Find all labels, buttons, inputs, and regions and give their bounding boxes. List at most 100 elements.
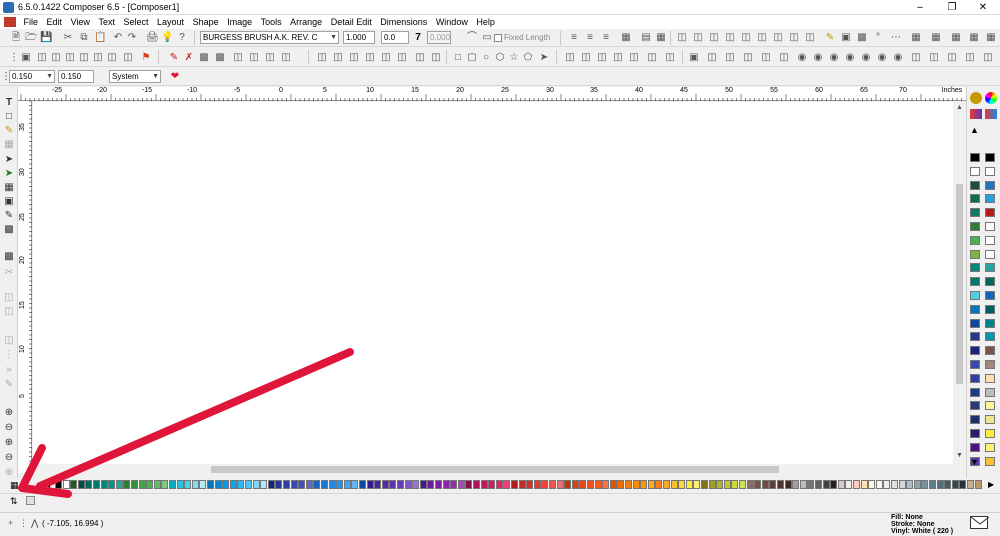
node-edit-icon[interactable]: ➤ (3, 168, 15, 180)
rectangle-icon[interactable]: □ (452, 52, 464, 64)
brush-icon[interactable]: ✎ (168, 52, 180, 64)
color-swatch[interactable] (868, 480, 876, 489)
zoom-fit-icon[interactable]: ⊕ (3, 437, 15, 449)
color-swatch[interactable] (351, 480, 359, 489)
effect-icon[interactable]: ◫ (706, 52, 718, 64)
snap3-icon[interactable]: ▦ (950, 32, 962, 44)
cut-icon[interactable]: ✂ (62, 32, 74, 44)
color-swatch[interactable] (100, 480, 108, 489)
polygon-icon[interactable]: ⬠ (522, 52, 534, 64)
color-swatch[interactable] (602, 480, 610, 489)
menu-tools[interactable]: Tools (258, 15, 285, 29)
color-swatch[interactable] (970, 401, 980, 411)
color-swatch[interactable] (970, 318, 980, 328)
color-swatch[interactable] (716, 480, 724, 489)
arrange-icon-7[interactable]: ◫ (772, 32, 784, 44)
color-swatch[interactable] (685, 480, 693, 489)
color-swatch[interactable] (784, 480, 792, 489)
color-swatch[interactable] (55, 480, 62, 489)
color-swatch[interactable] (985, 415, 995, 425)
paste-icon[interactable]: 📋 (94, 32, 106, 44)
color-swatch[interactable] (207, 480, 214, 489)
color-swatch[interactable] (985, 235, 995, 245)
color-swatch[interactable] (701, 480, 708, 489)
snap5-icon[interactable]: ▦ (985, 32, 997, 44)
color-swatch[interactable] (746, 480, 754, 489)
color-swatch[interactable] (985, 360, 995, 369)
copy-tool-icon[interactable]: ◫ (3, 335, 15, 347)
color-swatch[interactable] (77, 480, 85, 489)
color-swatch[interactable] (985, 263, 995, 273)
color-swatch[interactable] (891, 480, 898, 489)
image-icon[interactable]: ▣ (840, 32, 852, 44)
color-swatch[interactable] (985, 222, 995, 231)
menu-text[interactable]: Text (95, 15, 118, 29)
align-center-icon[interactable]: ≡ (584, 32, 596, 44)
undo-icon[interactable]: ↶ (112, 32, 124, 44)
color-swatch[interactable] (970, 249, 980, 259)
color-swatch[interactable] (457, 480, 465, 489)
color-swatch[interactable] (959, 480, 967, 489)
palette-library2-icon[interactable] (985, 109, 997, 119)
flag-icon[interactable]: ⚑ (140, 52, 152, 64)
scroll-up-icon[interactable]: ▲ (956, 104, 963, 111)
space4-icon[interactable]: ◫ (612, 52, 624, 64)
circle-e-icon[interactable]: ◉ (860, 52, 872, 64)
drawing-canvas[interactable] (33, 102, 953, 464)
color-swatch[interactable] (970, 373, 980, 383)
node-icon[interactable]: ◫ (232, 52, 244, 64)
zoom-in-icon[interactable]: ⊕ (3, 407, 15, 419)
color-swatch[interactable] (336, 480, 344, 489)
color-swatch[interactable] (526, 480, 534, 489)
color-swatch[interactable] (875, 480, 883, 489)
arc-icon[interactable]: ⌒ (466, 32, 478, 44)
color-swatch[interactable] (169, 480, 176, 489)
color-swatch[interactable] (985, 153, 995, 162)
pattern-tool-icon[interactable]: ▩ (3, 224, 15, 236)
color-swatch[interactable] (412, 480, 420, 489)
color-swatch[interactable] (579, 480, 587, 489)
color-swatch[interactable] (898, 480, 906, 489)
color-swatch[interactable] (647, 480, 655, 489)
color-swatch[interactable] (970, 263, 980, 273)
color-swatch[interactable] (184, 480, 192, 489)
arrow-shape-icon[interactable]: ➤ (538, 52, 550, 64)
color-swatch[interactable] (799, 480, 807, 489)
color-swatch[interactable] (556, 480, 564, 489)
palette-right-icon[interactable]: ▶ (988, 480, 994, 489)
node2-icon[interactable]: ◫ (248, 52, 260, 64)
color-swatch[interactable] (985, 180, 995, 190)
print-icon[interactable]: 🖨 (146, 32, 159, 44)
color-swatch[interactable] (970, 194, 980, 204)
effect5-icon[interactable]: ◫ (778, 52, 790, 64)
pencil-tool-icon[interactable]: ✎ (3, 125, 15, 137)
color-swatch[interactable] (419, 480, 427, 489)
color-swatch[interactable] (549, 480, 556, 489)
color-swatch[interactable] (985, 332, 995, 342)
palette-left-icon[interactable]: ◀ (44, 480, 50, 489)
color-swatch[interactable] (397, 480, 404, 489)
distribute-icon[interactable]: ◫ (414, 52, 426, 64)
copy-icon[interactable]: ⧉ (78, 32, 90, 44)
arrange-icon-4[interactable]: ◫ (724, 32, 736, 44)
color-swatch[interactable] (944, 480, 952, 489)
star-icon[interactable]: ☆ (508, 52, 520, 64)
color-swatch[interactable] (511, 480, 518, 489)
color-swatch[interactable] (985, 291, 995, 300)
open-folder-icon[interactable]: 🗁 (25, 32, 37, 44)
shape-op-icon[interactable]: ◫ (50, 52, 62, 64)
color-swatch[interactable] (970, 346, 980, 356)
color-swatch[interactable] (985, 387, 995, 397)
node4-icon[interactable]: ◫ (280, 52, 292, 64)
palette-picker-icon[interactable] (970, 92, 982, 104)
align-obj-center-icon[interactable]: ◫ (332, 52, 344, 64)
color-swatch[interactable] (222, 480, 230, 489)
space3-icon[interactable]: ◫ (596, 52, 608, 64)
color-swatch[interactable] (970, 360, 980, 369)
circle-c-icon[interactable]: ◉ (828, 52, 840, 64)
space2-icon[interactable]: ◫ (580, 52, 592, 64)
font-size-input[interactable]: 1.000 (343, 31, 375, 44)
color-swatch[interactable] (62, 480, 70, 489)
color-swatch[interactable] (985, 249, 995, 259)
pencil-icon[interactable]: ✎ (824, 32, 836, 44)
